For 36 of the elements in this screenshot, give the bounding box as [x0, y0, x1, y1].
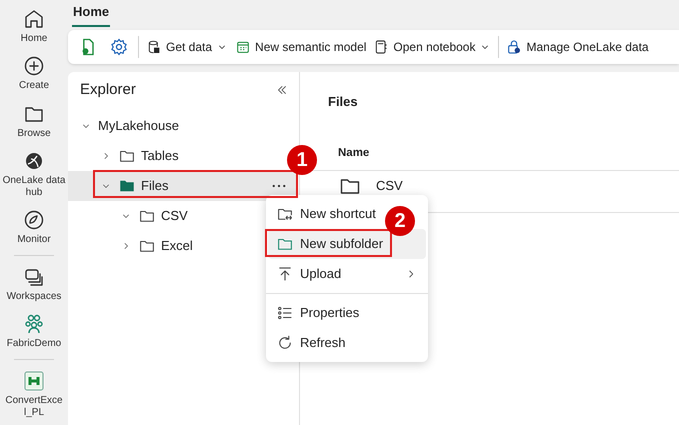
section-title: Files — [327, 93, 359, 108]
column-header: Name — [338, 146, 370, 161]
rail-item[interactable]: Create — [2, 51, 66, 96]
rail-item[interactable]: Home — [2, 4, 66, 48]
rail-item[interactable]: Browse — [2, 98, 66, 143]
menu-item[interactable]: Refresh — [268, 328, 354, 358]
toolbar-button[interactable]: Manage OneLake data — [506, 38, 649, 56]
list-icon — [276, 304, 294, 322]
menu-item[interactable]: Properties — [268, 298, 368, 328]
double-chevron-left-icon — [275, 83, 289, 97]
tree-item[interactable]: Tables — [68, 141, 185, 171]
collapse-button[interactable] — [275, 83, 289, 97]
tree-item[interactable]: Excel — [68, 231, 199, 261]
rail-item[interactable]: Monitor — [2, 205, 66, 250]
toolbar-button[interactable]: Open notebook — [373, 38, 492, 56]
menu-item[interactable]: Upload — [268, 259, 426, 289]
toolbar-button[interactable]: Get data — [146, 38, 228, 56]
more-icon — [272, 184, 286, 188]
tree-item[interactable]: MyLakehouse — [68, 111, 185, 141]
tree-item[interactable]: CSV — [68, 201, 194, 231]
menu-item[interactable]: New shortcut — [268, 199, 384, 229]
panel-title: Explorer — [80, 80, 136, 100]
database-icon — [146, 39, 162, 55]
rail-item[interactable]: FabricDemo — [2, 309, 66, 354]
more-button[interactable] — [272, 184, 286, 188]
calendar-grid-icon — [235, 39, 252, 55]
table-cell-text: CSV — [376, 176, 403, 195]
rail-item[interactable]: ConvertExce l_PL — [2, 366, 66, 422]
pipeline-icon — [22, 368, 46, 393]
toolbar-button[interactable]: New semantic model — [235, 38, 366, 56]
lock-icon — [506, 39, 522, 55]
rail-item[interactable]: Workspaces — [2, 262, 66, 306]
tab[interactable]: Home — [72, 2, 110, 27]
settings-icon — [109, 37, 129, 57]
rail-item[interactable]: OneLake data hub — [2, 146, 66, 202]
notebook-icon — [373, 39, 390, 55]
